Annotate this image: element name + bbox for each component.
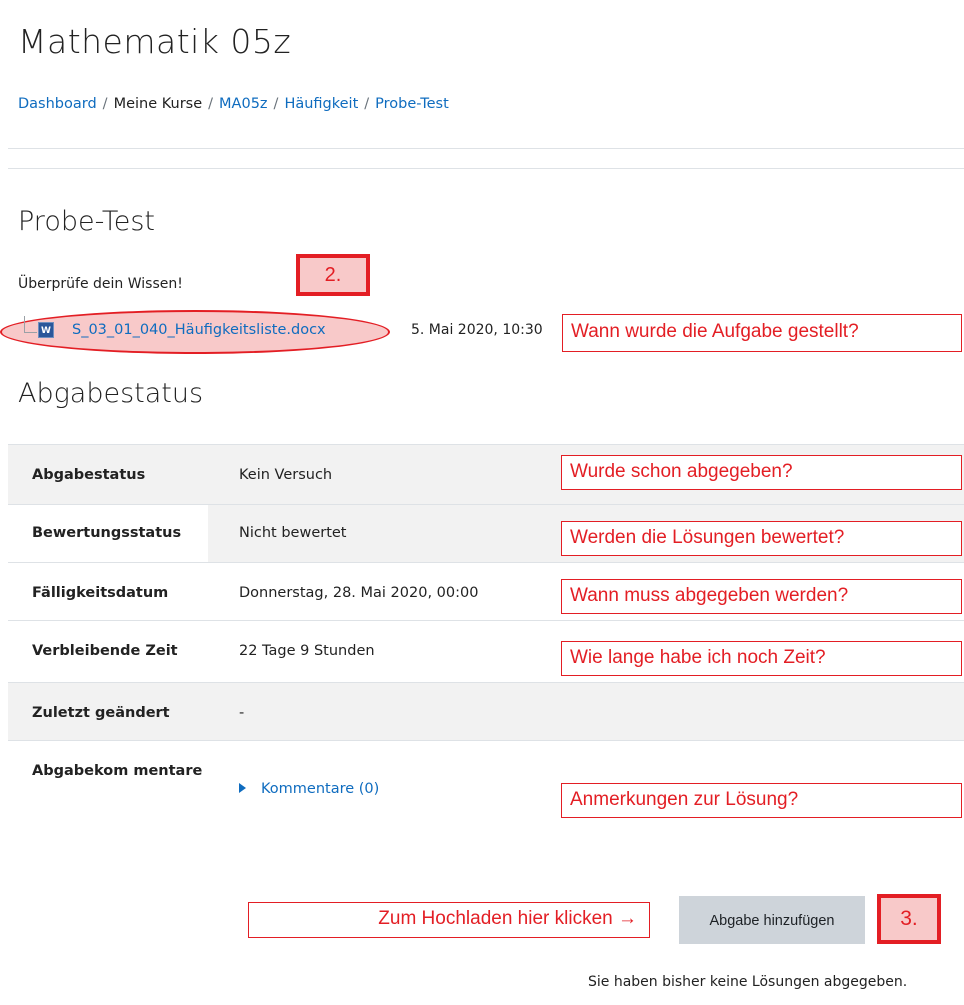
- breadcrumb-separator: /: [364, 96, 370, 112]
- table-row: Zuletzt geändert -: [8, 682, 964, 740]
- row-label: Abgabestatus: [32, 467, 146, 483]
- add-submission-button[interactable]: Abgabe hinzufügen: [679, 896, 865, 944]
- row-label: Fälligkeitsdatum: [32, 585, 169, 601]
- submission-note: Sie haben bisher keine Lösungen abgegebe…: [588, 974, 908, 990]
- section-title: Abgabestatus: [18, 378, 204, 409]
- divider: [8, 148, 964, 149]
- row-value: Donnerstag, 28. Mai 2020, 00:00: [239, 585, 479, 601]
- annotation-upload-hint: Zum Hochladen hier klicken →: [248, 902, 650, 938]
- breadcrumb-ma05z[interactable]: MA05z: [219, 96, 268, 112]
- course-title: Mathematik 05z: [18, 22, 292, 61]
- breadcrumb-separator: /: [273, 96, 279, 112]
- caret-right-icon: [239, 783, 246, 793]
- comments-toggle[interactable]: Kommentare (0): [239, 781, 379, 797]
- row-value: Kein Versuch: [239, 467, 333, 483]
- breadcrumb: Dashboard / Meine Kurse / MA05z / Häufigkeit / P…: [18, 96, 449, 112]
- comments-label: Kommentare (0): [261, 781, 380, 797]
- breadcrumb-separator: /: [208, 96, 214, 112]
- row-value: -: [239, 705, 245, 721]
- breadcrumb-probe-test[interactable]: Probe-Test: [375, 96, 449, 112]
- assignment-intro: Überprüfe dein Wissen!: [18, 276, 183, 292]
- divider: [8, 168, 964, 169]
- annotation-date-question: Wann wurde die Aufgabe gestellt?: [562, 314, 962, 352]
- breadcrumb-meine-kurse: Meine Kurse: [113, 96, 203, 112]
- breadcrumb-dashboard[interactable]: Dashboard: [18, 96, 97, 112]
- word-file-icon[interactable]: W: [38, 322, 54, 338]
- row-label: Abgabekom mentare: [32, 763, 203, 779]
- row-value: Nicht bewertet: [239, 525, 347, 541]
- tree-connector: [24, 316, 37, 333]
- page-title: Probe-Test: [18, 206, 156, 237]
- step-2-marker: 2.: [296, 254, 370, 296]
- annotation-graded-question: Werden die Lösungen bewertet?: [561, 521, 962, 556]
- step-3-marker: 3.: [877, 894, 941, 944]
- row-label: Bewertungsstatus: [32, 525, 182, 541]
- annotation-submitted-question: Wurde schon abgegeben?: [561, 455, 962, 490]
- breadcrumb-haeufigkeit[interactable]: Häufigkeit: [284, 96, 358, 112]
- annotation-time-question: Wie lange habe ich noch Zeit?: [561, 641, 962, 676]
- row-label: Verbleibende Zeit: [32, 643, 178, 659]
- file-date: 5. Mai 2020, 10:30: [411, 322, 543, 338]
- row-label: Zuletzt geändert: [32, 705, 170, 721]
- row-value: 22 Tage 9 Stunden: [239, 643, 375, 659]
- annotation-comments-question: Anmerkungen zur Lösung?: [561, 783, 962, 818]
- annotation-due-question: Wann muss abgegeben werden?: [561, 579, 962, 614]
- breadcrumb-separator: /: [102, 96, 108, 112]
- file-link[interactable]: S_03_01_040_Häufigkeitsliste.docx: [72, 322, 326, 338]
